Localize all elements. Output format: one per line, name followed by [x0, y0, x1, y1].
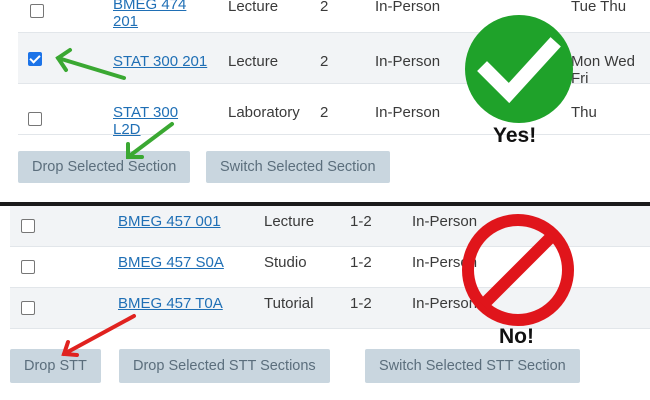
top-screenshot: BMEG 474 201 Lecture 2 In-Person Tue Thu…	[0, 0, 650, 203]
arrow-to-checkbox	[56, 56, 126, 80]
red-arrow	[61, 314, 136, 357]
green-arrows	[55, 48, 174, 159]
bottom-screenshot: BMEG 457 001 Lecture 1-2 In-Person BMEG …	[0, 206, 650, 400]
arrow-to-drop-stt	[62, 314, 136, 356]
arrow-to-drop-button	[126, 122, 174, 159]
